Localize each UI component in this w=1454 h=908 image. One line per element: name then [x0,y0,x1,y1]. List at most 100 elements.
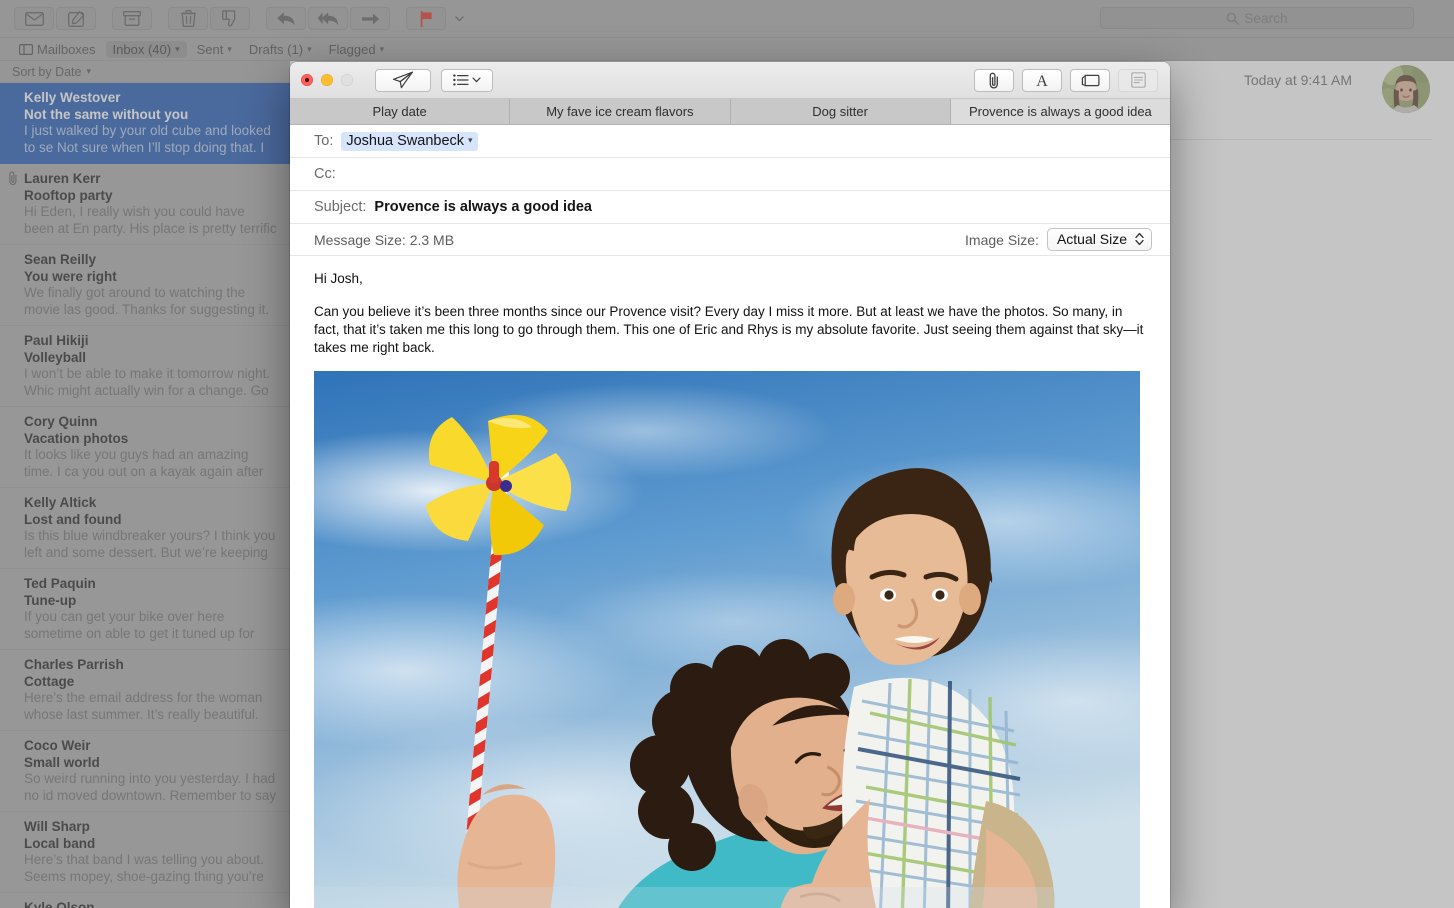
list-item[interactable]: Kelly Westover Not the same without you … [0,83,290,164]
sidebar-item-flagged[interactable]: Flagged ▾ [322,41,392,58]
forward-button[interactable] [350,7,390,30]
sidebar-item-mailboxes[interactable]: Mailboxes [12,41,103,58]
message-snippet: Here’s the email address for the woman w… [24,690,263,722]
reply-all-button[interactable] [308,7,348,30]
message-subject: Local band [24,836,96,851]
tab-provence[interactable]: Provence is always a good idea [950,99,1170,124]
paperclip-icon [989,72,998,89]
message-list[interactable]: Kelly Westover Not the same without you … [0,83,290,908]
search-icon [1227,12,1240,25]
inline-attachment-photo[interactable] [314,371,1140,908]
subject-field-row[interactable]: Subject: Provence is always a good idea [290,191,1170,224]
flag-options-chevron[interactable] [448,7,470,30]
paperclip-icon [9,171,17,185]
image-size-select[interactable]: Actual Size [1046,228,1152,251]
tab-label: Play date [372,104,427,119]
stepper-chevrons-icon [1135,232,1144,246]
chevron-down-icon [472,77,481,83]
photo-browser-icon [1081,74,1100,86]
message-size-label: Message Size: 2.3 MB [314,231,455,248]
message-sender: Sean Reilly [24,252,97,267]
chevron-down-icon: ▾ [468,135,473,145]
reply-button[interactable] [266,7,306,30]
list-item[interactable]: Kyle Olson Parking Did you accidentally … [0,893,290,908]
stationery-button[interactable] [1118,68,1158,92]
list-icon [453,74,469,86]
search-input[interactable]: Search [1100,7,1414,29]
message-snippet: I won’t be able to make it tomorrow nigh… [24,366,271,398]
list-item[interactable]: Paul Hikiji Volleyball I won’t be able t… [0,326,290,407]
chevron-down-icon: ▾ [307,43,312,54]
message-sender: Cory Quinn [24,414,98,429]
recipient-name: Joshua Swanbeck [346,132,465,149]
sidebar-item-drafts[interactable]: Drafts (1) ▾ [242,41,319,58]
message-timestamp: Today at 9:41 AM [1243,72,1352,88]
recipient-token[interactable]: Joshua Swanbeck ▾ [341,131,478,151]
message-subject: Cottage [24,674,75,689]
forward-arrow-icon [361,13,379,24]
message-snippet: It looks like you guys had an amazing ti… [24,447,264,479]
message-sender: Charles Parrish [24,657,124,672]
drafts-label: Drafts (1) [248,41,304,57]
body-paragraph: Can you believe it’s been three months s… [314,304,1144,355]
message-sender: Lauren Kerr [24,171,101,186]
sent-label: Sent [196,41,224,57]
minimize-button[interactable] [321,74,333,86]
svg-text:A: A [1036,73,1048,88]
compose-button[interactable] [56,7,96,30]
message-sender: Ted Paquin [24,576,96,591]
list-item[interactable]: Sean Reilly You were right We finally go… [0,245,290,326]
tab-dog-sitter[interactable]: Dog sitter [730,99,951,124]
compose-icon [67,10,84,27]
header-fields-button[interactable] [441,68,493,92]
delete-button[interactable] [168,7,208,30]
photo-browser-button[interactable] [1070,68,1110,92]
list-item[interactable]: Lauren Kerr Rooftop party Hi Eden, I rea… [0,164,290,245]
sort-label: Sort by Date [12,64,82,79]
to-field-row[interactable]: To: Joshua Swanbeck ▾ [290,125,1170,158]
mailboxes-label: Mailboxes [37,41,96,57]
list-item[interactable]: Will Sharp Local band Here’s that band I… [0,812,290,893]
subject-value: Provence is always a good idea [374,199,592,215]
archive-button[interactable] [112,7,152,30]
inbox-label: Inbox (40) [112,41,172,57]
pinwheel-father-son-photo [314,371,1140,908]
sidebar-icon [19,43,33,55]
message-snippet: I just walked by your old cube and looke… [24,123,271,155]
chevron-down-icon: ▾ [227,43,232,54]
cc-field-row[interactable]: Cc: [290,158,1170,191]
message-sender: Kelly Westover [24,90,121,105]
tab-play-date[interactable]: Play date [290,99,511,124]
attachment-size-row: Message Size: 2.3 MB Image Size: Actual … [290,224,1170,256]
list-item[interactable]: Ted Paquin Tune-up If you can get your b… [0,569,290,650]
zoom-button [341,74,353,86]
avatar [1382,65,1430,113]
attach-button[interactable] [974,68,1014,92]
close-button[interactable] [301,74,313,86]
sidebar-item-sent[interactable]: Sent ▾ [190,41,239,58]
sidebar-item-inbox[interactable]: Inbox (40) ▾ [105,40,187,58]
image-size-value: Actual Size [1056,231,1127,247]
message-subject: Rooftop party [24,188,113,203]
list-item[interactable]: Charles Parrish Cottage Here’s the email… [0,650,290,731]
get-mail-button[interactable] [14,7,54,30]
tab-label: Dog sitter [812,104,868,119]
tab-label: Provence is always a good idea [968,104,1152,119]
list-item[interactable]: Kelly Altick Lost and found Is this blue… [0,488,290,569]
tab-ice-cream-flavors[interactable]: My fave ice cream flavors [510,99,731,124]
chevron-down-icon: ▾ [379,43,385,54]
sort-bar[interactable]: Sort by Date ▾ [0,61,290,83]
compose-body[interactable]: Hi Josh, Can you believe it’s been three… [290,256,1170,908]
junk-button[interactable] [210,7,250,30]
send-button[interactable] [375,68,431,92]
cc-label: Cc: [314,166,336,182]
list-item[interactable]: Coco Weir Small world So weird running i… [0,731,290,812]
message-subject: Lost and found [24,512,122,527]
compose-titlebar[interactable]: A [290,62,1170,99]
message-sender: Coco Weir [24,738,91,753]
format-button[interactable]: A [1022,68,1062,92]
to-label: To: [314,133,334,149]
message-sender: Paul Hikiji [24,333,89,348]
flag-button[interactable] [406,7,446,30]
list-item[interactable]: Cory Quinn Vacation photos It looks like… [0,407,290,488]
